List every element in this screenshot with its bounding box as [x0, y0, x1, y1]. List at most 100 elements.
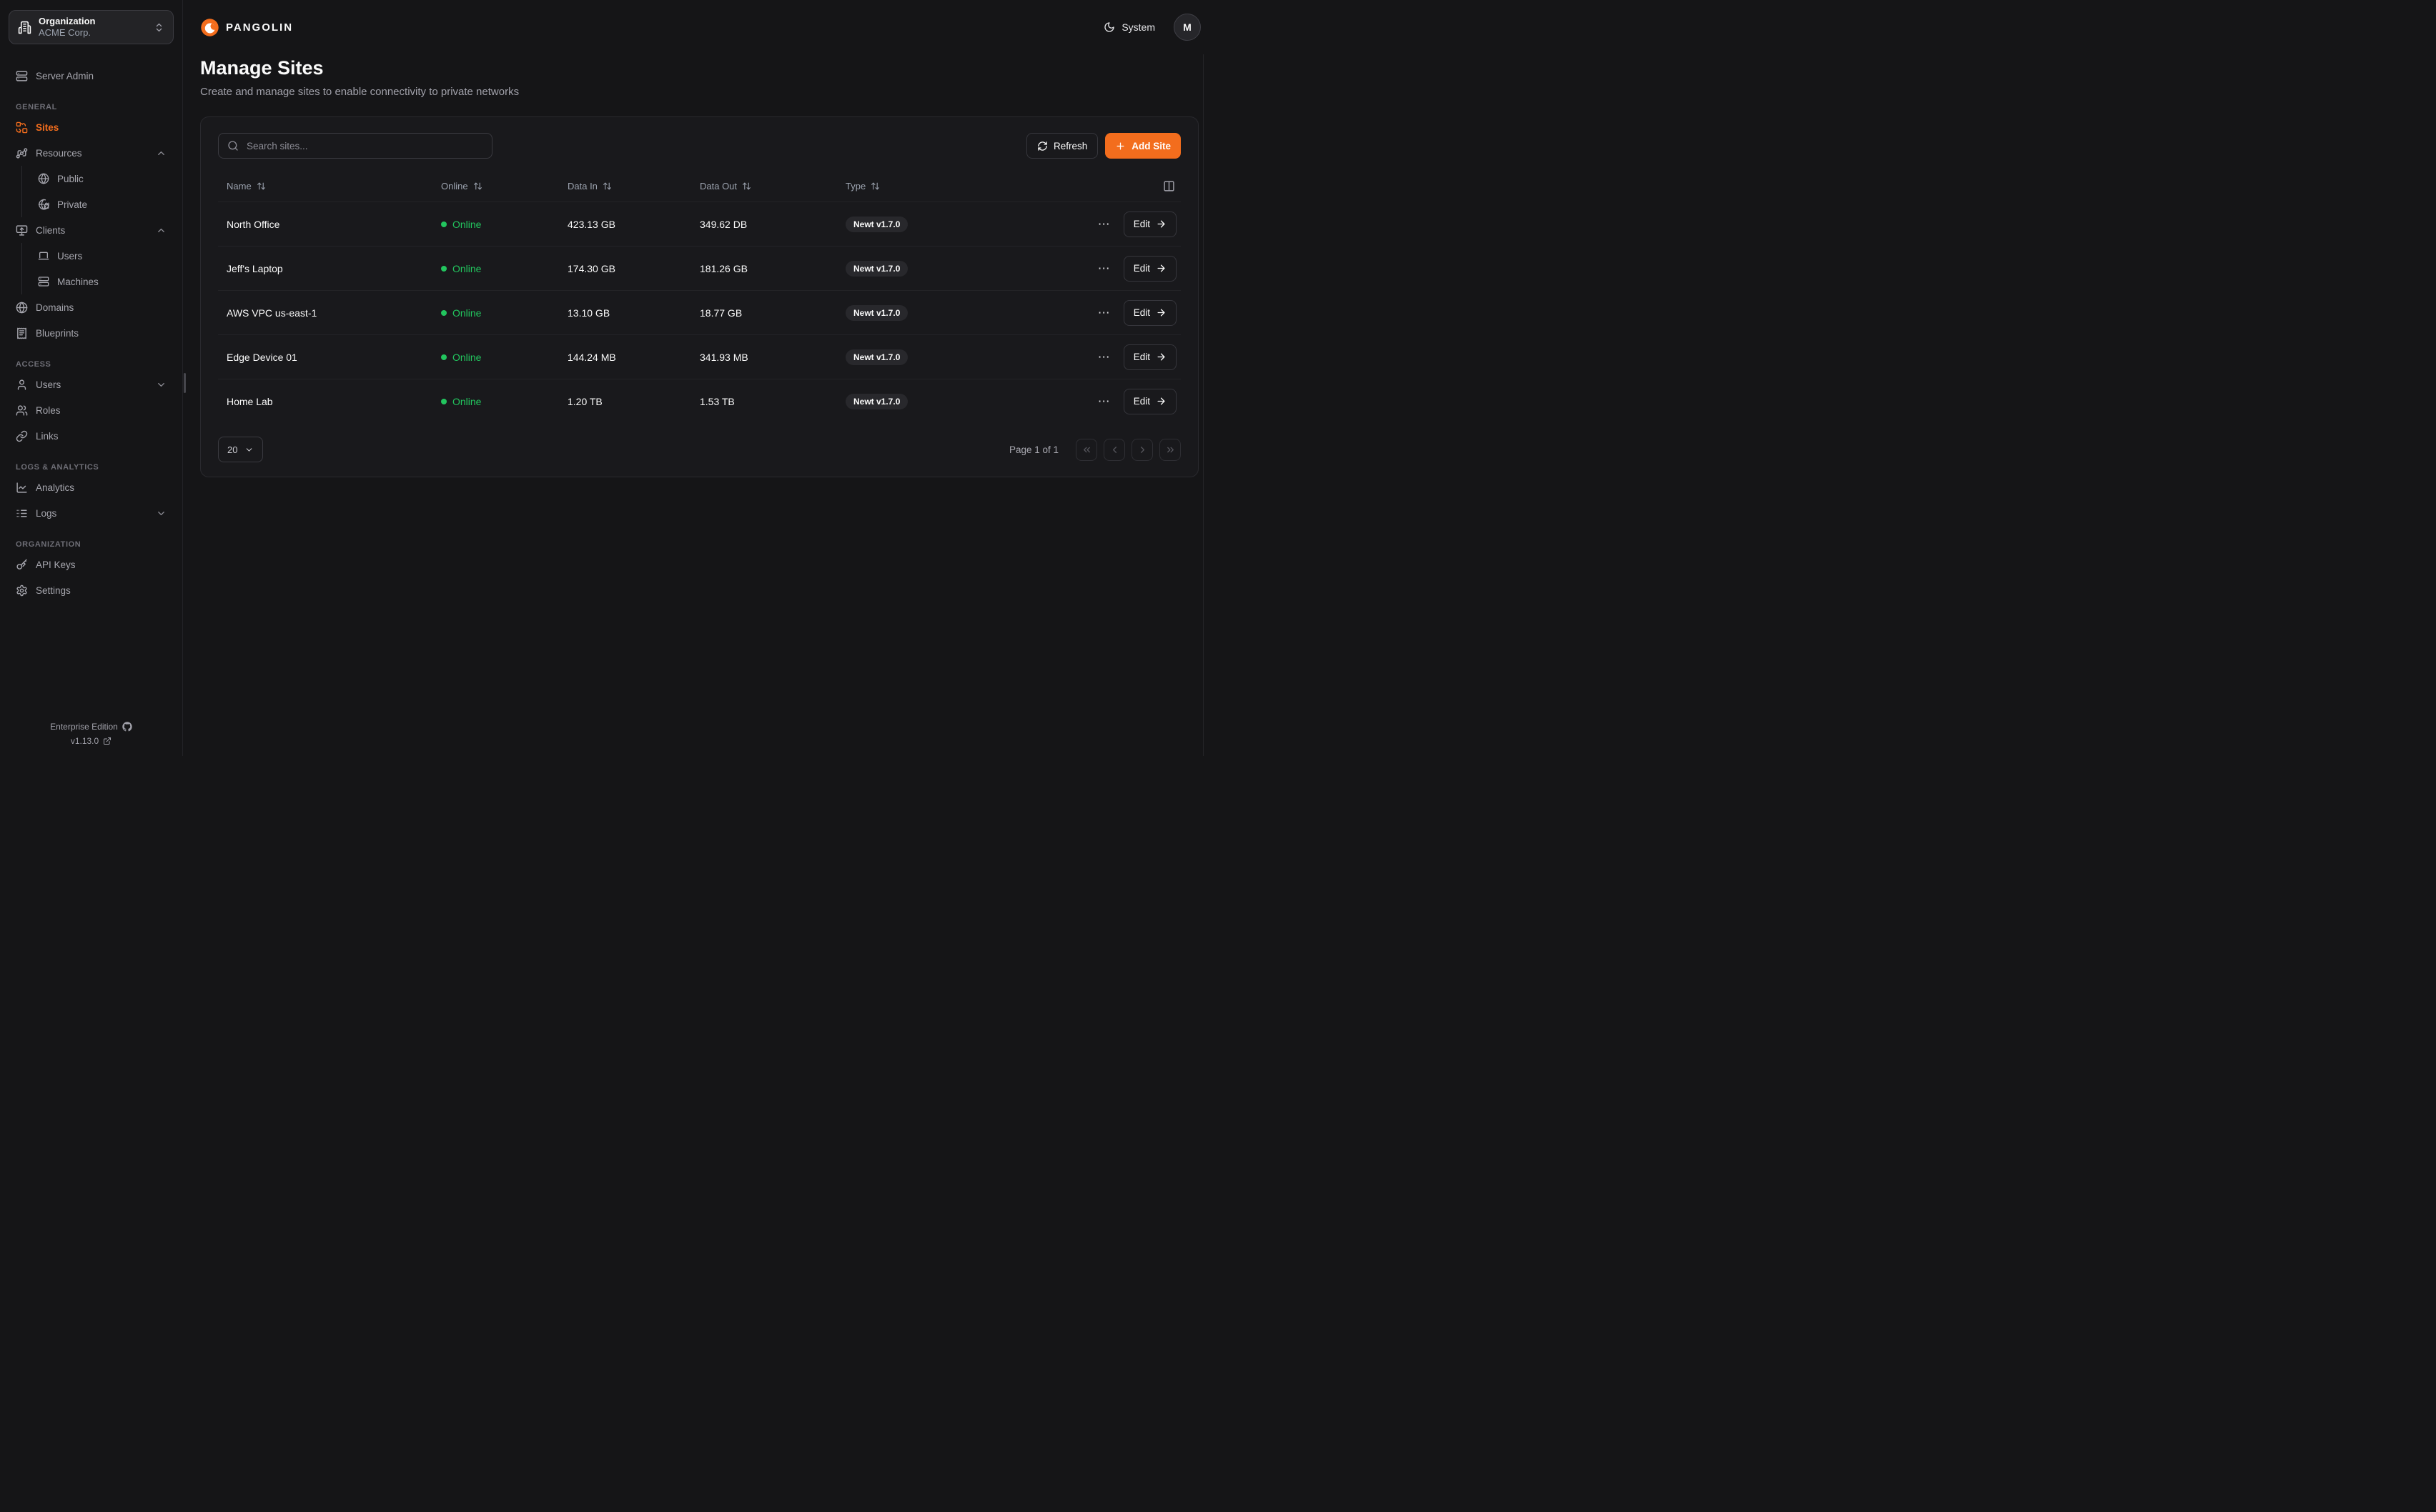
users-icon	[16, 404, 28, 417]
pagination: 20 Page 1 of 1	[218, 437, 1181, 462]
arrow-right-icon	[1156, 263, 1167, 274]
online-dot-icon	[441, 399, 447, 404]
edit-button[interactable]: Edit	[1124, 256, 1177, 282]
chevron-right-icon	[1137, 444, 1148, 455]
theme-toggle[interactable]: System	[1104, 21, 1155, 33]
key-icon	[16, 559, 28, 571]
sidebar-item-client-users[interactable]: Users	[25, 243, 174, 269]
user-icon	[16, 379, 28, 391]
column-header-data-in[interactable]: Data In	[559, 181, 691, 192]
table-row: Jeff's Laptop Online 174.30 GB 181.26 GB…	[218, 246, 1181, 290]
sort-icon	[473, 181, 482, 191]
chevron-down-icon	[156, 508, 167, 519]
pangolin-logo-icon	[200, 18, 219, 37]
column-visibility-button[interactable]	[1162, 179, 1177, 194]
globe-icon	[16, 302, 28, 314]
arrow-right-icon	[1156, 307, 1167, 318]
plus-icon	[1115, 141, 1126, 151]
column-header-type[interactable]: Type	[837, 181, 1013, 192]
edit-button[interactable]: Edit	[1124, 389, 1177, 414]
globe-lock-icon	[38, 199, 49, 210]
row-menu-button[interactable]: ⋯	[1094, 347, 1115, 367]
sites-card: Refresh Add Site Name Online	[200, 116, 1199, 477]
edition-link[interactable]: Enterprise Edition	[0, 722, 182, 732]
sidebar-item-links[interactable]: Links	[9, 423, 174, 449]
page-subtitle: Create and manage sites to enable connec…	[200, 86, 1201, 98]
arrow-right-icon	[1156, 219, 1167, 229]
sites-table: Name Online Data In Data Out	[218, 170, 1181, 423]
column-header-name[interactable]: Name	[218, 181, 432, 192]
column-header-data-out[interactable]: Data Out	[691, 181, 837, 192]
building-icon	[18, 21, 31, 34]
edit-button[interactable]: Edit	[1124, 212, 1177, 237]
organization-selector[interactable]: Organization ACME Corp.	[9, 10, 174, 44]
edit-button[interactable]: Edit	[1124, 300, 1177, 326]
site-name: North Office	[218, 219, 432, 230]
combine-icon	[16, 121, 28, 134]
receipt-icon	[16, 327, 28, 339]
chevrons-up-down-icon	[154, 22, 164, 33]
sidebar-item-analytics[interactable]: Analytics	[9, 474, 174, 500]
chevron-left-icon	[1109, 444, 1120, 455]
sidebar-item-machines[interactable]: Machines	[25, 269, 174, 294]
sidebar-item-users[interactable]: Users	[9, 372, 174, 397]
github-icon	[122, 722, 132, 732]
page-size-select[interactable]: 20	[218, 437, 263, 462]
chevron-up-icon	[156, 225, 167, 236]
last-page-button[interactable]	[1159, 439, 1181, 461]
status-badge: Online	[441, 396, 481, 407]
search-input[interactable]	[245, 140, 483, 152]
sidebar-item-roles[interactable]: Roles	[9, 397, 174, 423]
sidebar-item-clients[interactable]: Clients	[9, 217, 174, 243]
previous-page-button[interactable]	[1104, 439, 1125, 461]
column-header-online[interactable]: Online	[432, 181, 559, 192]
window-scrollbar[interactable]	[1203, 54, 1204, 756]
main-area: PANGOLIN System M Manage Sites Create an…	[183, 0, 1218, 756]
brand[interactable]: PANGOLIN	[200, 18, 293, 37]
row-menu-button[interactable]: ⋯	[1094, 392, 1115, 412]
sidebar-item-blueprints[interactable]: Blueprints	[9, 320, 174, 346]
sidebar-item-api-keys[interactable]: API Keys	[9, 552, 174, 577]
chart-line-icon	[16, 482, 28, 494]
site-name: Edge Device 01	[218, 352, 432, 363]
row-menu-button[interactable]: ⋯	[1094, 214, 1115, 234]
data-in-value: 174.30 GB	[559, 263, 691, 274]
sidebar-item-settings[interactable]: Settings	[9, 577, 174, 603]
refresh-button[interactable]: Refresh	[1026, 133, 1098, 159]
sidebar-item-server-admin[interactable]: Server Admin	[9, 63, 174, 89]
row-menu-button[interactable]: ⋯	[1094, 303, 1115, 323]
next-page-button[interactable]	[1132, 439, 1153, 461]
sort-icon	[871, 181, 880, 191]
avatar[interactable]: M	[1174, 14, 1201, 41]
version-link[interactable]: v1.13.0	[0, 736, 182, 746]
first-page-button[interactable]	[1076, 439, 1097, 461]
table-row: North Office Online 423.13 GB 349.62 DB …	[218, 202, 1181, 246]
server-icon	[38, 276, 49, 287]
data-out-value: 349.62 DB	[691, 219, 837, 230]
sidebar-item-resources[interactable]: Resources	[9, 140, 174, 166]
section-label-general: GENERAL	[9, 103, 174, 111]
search-icon	[227, 140, 239, 151]
sidebar-item-public[interactable]: Public	[25, 166, 174, 192]
sidebar-item-sites[interactable]: Sites	[9, 114, 174, 140]
chevron-down-icon	[156, 379, 167, 390]
app-window: Organization ACME Corp. Server Admin GEN…	[0, 0, 1218, 756]
row-menu-button[interactable]: ⋯	[1094, 259, 1115, 279]
sort-icon	[257, 181, 266, 191]
table-row: AWS VPC us-east-1 Online 13.10 GB 18.77 …	[218, 290, 1181, 334]
brand-name: PANGOLIN	[226, 21, 293, 34]
add-site-button[interactable]: Add Site	[1105, 133, 1181, 159]
online-dot-icon	[441, 266, 447, 272]
page-indicator: Page 1 of 1	[1009, 444, 1059, 455]
sort-icon	[742, 181, 751, 191]
sidebar-item-private[interactable]: Private	[25, 192, 174, 217]
toolbar: Refresh Add Site	[218, 133, 1181, 159]
arrow-right-icon	[1156, 396, 1167, 407]
data-in-value: 13.10 GB	[559, 307, 691, 319]
edit-button[interactable]: Edit	[1124, 344, 1177, 370]
online-dot-icon	[441, 310, 447, 316]
sidebar-item-logs[interactable]: Logs	[9, 500, 174, 526]
arrow-right-icon	[1156, 352, 1167, 362]
type-badge: Newt v1.7.0	[846, 394, 908, 409]
sidebar-item-domains[interactable]: Domains	[9, 294, 174, 320]
